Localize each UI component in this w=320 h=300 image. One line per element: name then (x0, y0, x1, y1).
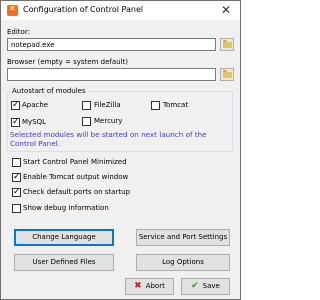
checkmark-icon: ✓ (13, 187, 21, 197)
check-ports-label: Check default ports on startup (23, 188, 130, 196)
folder-icon (223, 70, 232, 78)
mercury-label: Mercury (94, 117, 123, 125)
debug-info-label: Show debug information (23, 204, 109, 212)
editor-label: Editor: (7, 28, 30, 36)
tomcat-output-label: Enable Tomcat output window (23, 173, 129, 181)
tomcat-checkbox[interactable] (151, 101, 160, 110)
close-button[interactable]: ✕ (217, 2, 235, 18)
apache-label: Apache (22, 101, 49, 109)
apache-checkbox[interactable]: ✓ (11, 100, 20, 110)
checkmark-icon: ✓ (13, 172, 21, 182)
abort-button[interactable]: ✖ Abort (125, 278, 174, 295)
mysql-label: MySQL (22, 118, 47, 126)
filezilla-checkbox[interactable] (82, 101, 91, 110)
check-ports-checkbox[interactable]: ✓ (12, 187, 21, 197)
config-dialog: Configuration of Control Panel ✕ Editor:… (0, 0, 241, 300)
editor-field[interactable]: notepad.exe (7, 38, 216, 51)
abort-label: Abort (145, 282, 165, 290)
save-label: Save (202, 282, 220, 290)
tomcat-output-checkbox[interactable]: ✓ (12, 172, 21, 182)
filezilla-label: FileZilla (94, 101, 121, 109)
checkmark-icon: ✔ (191, 281, 199, 291)
x-icon: ✖ (134, 281, 142, 291)
tomcat-label: Tomcat (163, 101, 189, 109)
checkmark-icon: ✓ (12, 100, 20, 110)
debug-info-checkbox[interactable] (12, 204, 21, 213)
autostart-group-title: Autostart of modules (10, 87, 88, 95)
title-bar: Configuration of Control Panel ✕ (1, 1, 240, 20)
start-minimized-checkbox[interactable] (12, 158, 21, 167)
browser-browse-button[interactable] (220, 68, 234, 81)
browser-label: Browser (empty = system default) (7, 58, 128, 66)
xampp-icon (7, 4, 18, 16)
start-minimized-label: Start Control Panel Minimized (23, 158, 127, 166)
mysql-checkbox[interactable]: ✓ (11, 117, 20, 127)
mercury-checkbox[interactable] (82, 117, 91, 126)
user-defined-files-button[interactable]: User Defined Files (14, 254, 114, 271)
service-port-settings-button[interactable]: Service and Port Settings (136, 229, 230, 246)
window-title: Configuration of Control Panel (23, 5, 144, 14)
save-button[interactable]: ✔ Save (181, 278, 230, 295)
checkmark-icon: ✓ (12, 117, 20, 127)
autostart-info-text: Selected modules will be started on next… (10, 130, 207, 148)
browser-field[interactable] (7, 68, 216, 81)
editor-browse-button[interactable] (220, 38, 234, 51)
change-language-button[interactable]: Change Language (14, 229, 114, 246)
folder-icon (223, 40, 232, 48)
log-options-button[interactable]: Log Options (136, 254, 230, 271)
